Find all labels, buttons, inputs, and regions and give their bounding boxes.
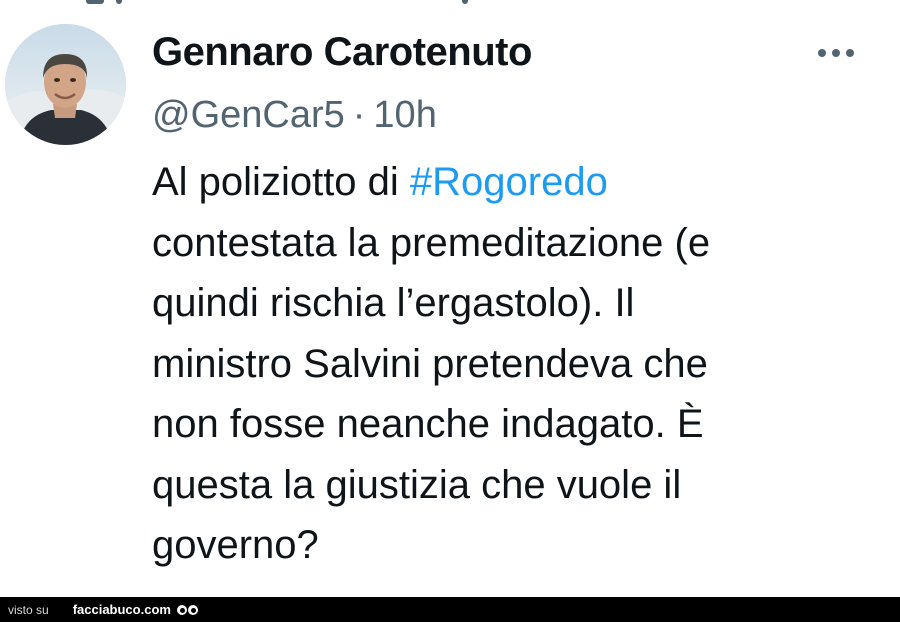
tweet-text-line: contestata la premeditazione (e xyxy=(152,220,711,265)
eye-left-icon xyxy=(176,604,187,615)
tweet-timestamp[interactable]: 10h xyxy=(373,94,436,136)
tweet-text-segment: Al poliziotto di xyxy=(152,160,410,204)
previous-tweet-edge xyxy=(0,0,900,8)
watermark-bar: visto su facciabuco.com xyxy=(0,597,900,622)
tweet-meta: @GenCar5 · 10h xyxy=(152,94,437,137)
more-options-button[interactable] xyxy=(808,36,864,70)
author-handle[interactable]: @GenCar5 xyxy=(152,94,345,136)
tweet-text-line: non fosse neanche indagato. È xyxy=(152,402,704,446)
more-horizontal-icon xyxy=(832,49,840,57)
cropped-icon-fragment xyxy=(86,0,104,4)
more-horizontal-icon xyxy=(846,49,854,57)
cropped-icon-fragment xyxy=(116,0,122,4)
watermark-prefix: visto su xyxy=(8,602,49,617)
cropped-icon-fragment xyxy=(462,0,468,4)
avatar-photo xyxy=(5,24,126,145)
author-name[interactable]: Gennaro Carotenuto xyxy=(152,30,532,75)
meta-separator: · xyxy=(352,94,366,136)
tweet-text: Al poliziotto di #Rogoredo contestata la… xyxy=(152,152,872,576)
tweet-text-line: Al poliziotto di #Rogoredo xyxy=(152,152,872,213)
tweet-text-line: quindi rischia l’ergastolo). Il xyxy=(152,281,635,325)
eye-right-icon xyxy=(187,604,198,615)
eyes-icon xyxy=(176,604,198,615)
tweet-text-line: questa la giustizia che vuole il xyxy=(152,462,682,507)
more-horizontal-icon xyxy=(818,49,826,57)
hashtag-link[interactable]: #Rogoredo xyxy=(410,160,608,204)
tweet-text-line: ministro Salvini pretendeva che xyxy=(152,341,708,386)
avatar[interactable] xyxy=(5,24,126,145)
watermark-site[interactable]: facciabuco.com xyxy=(73,602,171,617)
tweet-text-line: governo? xyxy=(152,523,319,567)
